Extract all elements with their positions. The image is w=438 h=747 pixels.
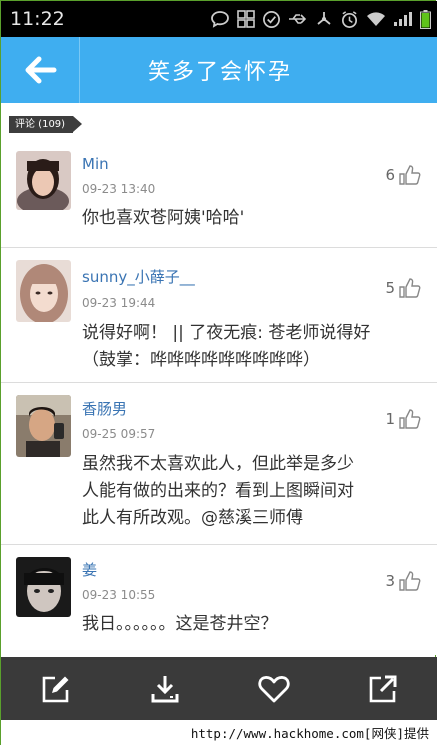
status-time: 11:22 <box>10 8 65 30</box>
comment-author[interactable]: 姜 <box>82 559 97 580</box>
grid-icon <box>237 10 255 28</box>
comments-header: 评论 (109) <box>1 103 437 143</box>
comment-item[interactable]: sunny_小薛子__ 09-23 19:44 5 说得好啊！ || 了夜无痕:… <box>1 248 437 383</box>
page-title: 笑多了会怀孕 <box>148 60 293 85</box>
comment-time: 09-25 09:57 <box>82 427 156 441</box>
share-out-icon <box>369 675 396 702</box>
heart-icon <box>257 675 290 702</box>
comment-text: 我日。。。。。。这是苍井空？ <box>82 611 421 638</box>
comment-text-line: 说得好啊！ || 了夜无痕: 苍老师说得好 <box>82 323 371 343</box>
comment-text-line: 人能有做的出来的？看到上图瞬间对 <box>82 481 354 501</box>
comment-author[interactable]: Min <box>82 155 109 173</box>
watermark: http://www.hackhome.com[网侠]提供 <box>1 720 437 745</box>
check-circle-icon <box>263 10 280 28</box>
chat-bubble-icon <box>211 11 229 28</box>
arrow-left-icon <box>25 56 57 84</box>
usb-icon <box>289 14 307 24</box>
avatar[interactable] <box>16 557 71 617</box>
like-count: 6 <box>385 166 395 184</box>
like-count: 1 <box>385 410 395 428</box>
like-count: 5 <box>385 279 395 297</box>
thumbs-up-icon <box>399 409 421 429</box>
favorite-button[interactable] <box>219 657 328 720</box>
comment-text-line: 我日。。。。。。这是苍井空？ <box>82 614 278 634</box>
comment-item[interactable]: Min 09-23 13:40 6 你也喜欢苍阿姨'哈哈' <box>1 143 437 248</box>
battery-icon <box>420 9 431 29</box>
edit-icon <box>42 676 68 702</box>
wifi-icon <box>367 12 385 26</box>
signal-icon <box>394 12 412 26</box>
comment-item[interactable]: 姜 09-23 10:55 3 我日。。。。。。这是苍井空？ <box>1 545 437 655</box>
like-button[interactable]: 1 <box>385 409 421 429</box>
comment-time: 09-23 13:40 <box>82 182 156 196</box>
bottom-toolbar <box>1 657 437 720</box>
status-icons <box>210 9 431 29</box>
like-button[interactable]: 5 <box>385 278 421 298</box>
header-bar: 笑多了会怀孕 <box>1 37 437 103</box>
comment-time: 09-23 19:44 <box>82 296 156 310</box>
comment-text: 虽然我不太喜欢此人，但此举是多少 人能有做的出来的？看到上图瞬间对 此人有所改观… <box>82 451 421 532</box>
comment-author[interactable]: sunny_小薛子__ <box>82 266 195 287</box>
like-button[interactable]: 3 <box>385 571 421 591</box>
thumbs-up-icon <box>399 165 421 185</box>
write-comment-button[interactable] <box>1 657 110 720</box>
comment-text: 你也喜欢苍阿姨'哈哈' <box>82 205 421 232</box>
avatar[interactable] <box>16 260 71 322</box>
comment-time: 09-23 10:55 <box>82 588 156 602</box>
thumbs-up-icon <box>399 571 421 591</box>
comment-text-line: 虽然我不太喜欢此人，但此举是多少 <box>82 454 354 474</box>
comment-list[interactable]: Min 09-23 13:40 6 你也喜欢苍阿姨'哈哈' sunny_小薛子_… <box>1 143 437 655</box>
avatar[interactable] <box>16 151 71 210</box>
comment-author[interactable]: 香肠男 <box>82 398 127 419</box>
comments-count-tag: 评论 (109) <box>9 116 83 133</box>
comment-text-line: （鼓掌：哗哗哗哗哗哗哗哗哗） <box>82 350 320 370</box>
comment-item[interactable]: 香肠男 09-25 09:57 1 虽然我不太喜欢此人，但此举是多少 人能有做的… <box>1 383 437 545</box>
thumbs-up-icon <box>399 278 421 298</box>
share-icon <box>317 12 331 25</box>
comment-text-line: 此人有所改观。@慈溪三师傅 <box>82 508 303 528</box>
alarm-icon <box>341 10 358 28</box>
avatar[interactable] <box>16 395 71 457</box>
status-bar: 11:22 <box>1 1 437 37</box>
back-button[interactable] <box>1 37 79 103</box>
like-count: 3 <box>385 572 395 590</box>
comment-text-line: 你也喜欢苍阿姨'哈哈' <box>82 208 245 228</box>
download-icon <box>151 675 178 702</box>
download-button[interactable] <box>110 657 219 720</box>
comment-text: 说得好啊！ || 了夜无痕: 苍老师说得好 （鼓掌：哗哗哗哗哗哗哗哗哗） <box>82 320 421 374</box>
like-button[interactable]: 6 <box>385 165 421 185</box>
share-button[interactable] <box>328 657 437 720</box>
